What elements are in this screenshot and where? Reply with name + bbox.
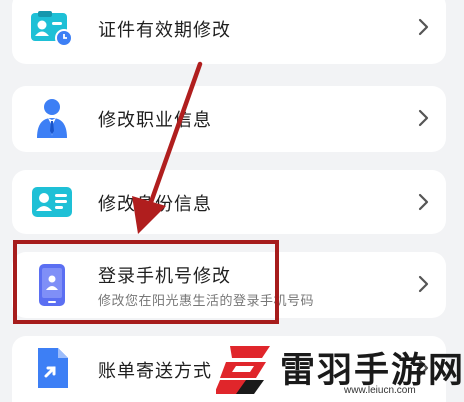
bill-document-icon xyxy=(38,348,68,388)
site-watermark: 雷羽手游网 www.leiucn.com xyxy=(216,340,464,402)
watermark-logo-icon xyxy=(216,346,270,394)
menu-item-id-validity[interactable]: 证件有效期修改 xyxy=(12,0,446,64)
chevron-right-icon xyxy=(418,193,429,211)
id-card-clock-icon xyxy=(31,11,73,47)
menu-item-title: 账单寄送方式 xyxy=(98,361,212,382)
chevron-right-icon xyxy=(418,109,429,127)
settings-screen: 证件有效期修改 修改职业信息 修改身份信息 登录手机号修改 修改您在阳光惠生活的… xyxy=(0,0,464,402)
menu-item-title: 登录手机号修改 xyxy=(98,266,231,287)
id-card-icon xyxy=(32,187,72,217)
watermark-url: www.leiucn.com xyxy=(344,385,416,396)
business-person-icon xyxy=(37,99,67,138)
chevron-right-icon xyxy=(418,18,429,36)
chevron-right-icon xyxy=(418,275,429,293)
menu-item-title: 修改职业信息 xyxy=(98,110,212,131)
phone-icon xyxy=(39,264,65,306)
menu-item-title: 证件有效期修改 xyxy=(98,20,231,41)
menu-item-phone-login[interactable]: 登录手机号修改 修改您在阳光惠生活的登录手机号码 xyxy=(12,252,446,318)
menu-item-occupation[interactable]: 修改职业信息 xyxy=(12,86,446,152)
menu-item-title: 修改身份信息 xyxy=(98,194,212,215)
menu-item-subtitle: 修改您在阳光惠生活的登录手机号码 xyxy=(98,294,315,309)
menu-item-identity[interactable]: 修改身份信息 xyxy=(12,170,446,234)
